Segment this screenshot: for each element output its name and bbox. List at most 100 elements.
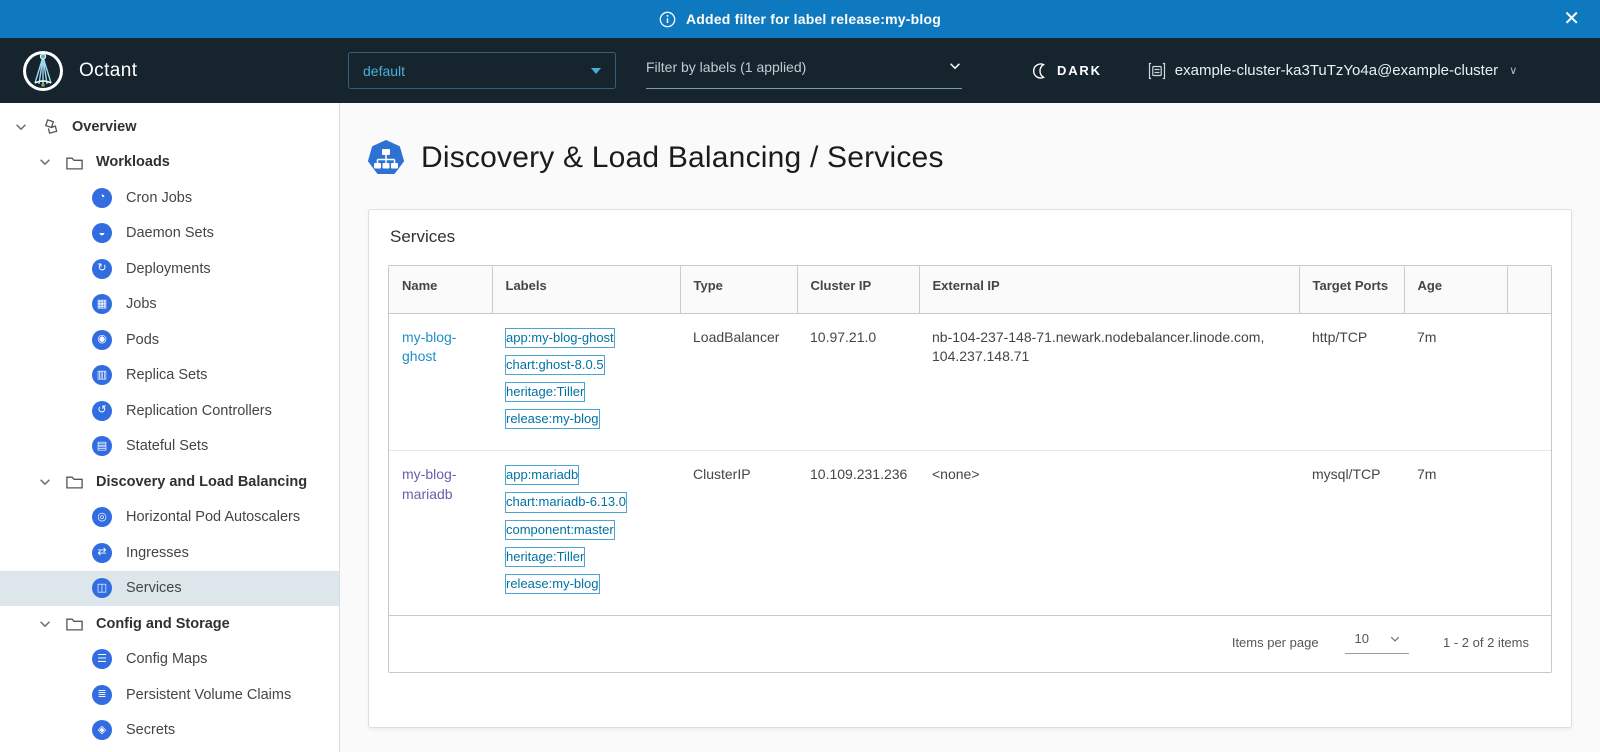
dark-theme-toggle[interactable]: DARK <box>1026 62 1108 80</box>
main-content: Discovery & Load Balancing / Services Se… <box>340 103 1600 752</box>
sidebar-item-ingresses[interactable]: ⇄Ingresses <box>0 535 339 571</box>
cell-external-ip: <none> <box>919 451 1299 615</box>
column-header-age: Age <box>1404 266 1507 313</box>
table-header-row: NameLabelsTypeCluster IPExternal IPTarge… <box>389 266 1551 313</box>
cluster-icon <box>1148 62 1166 80</box>
label-filter-dropdown[interactable]: Filter by labels (1 applied) <box>646 52 962 89</box>
pods-icon: ◉ <box>92 330 112 350</box>
sidebar-item-daemon-sets[interactable]: ◒ Daemon Sets <box>0 216 339 252</box>
sidebar-item-persistent-volume-claims[interactable]: ≣ Persistent Volume Claims <box>0 677 339 713</box>
sidebar-item-stateful-sets[interactable]: ▤Stateful Sets <box>0 429 339 465</box>
caret-down-icon <box>591 68 601 74</box>
sidebar-navigation: Overview Workloads ◔ Cron Jobs ◒ Daemon Sets ↻… <box>0 103 340 752</box>
label-chip[interactable]: release:my-blog <box>505 574 600 594</box>
sidebar-item-config-maps[interactable]: ☰Config Maps <box>0 642 339 678</box>
sidebar-item-config-and-storage[interactable]: Config and Storage <box>0 606 339 642</box>
chevron-down-icon[interactable] <box>14 120 28 134</box>
chevron-down-icon <box>948 59 962 73</box>
sidebar-item-label: Discovery and Load Balancing <box>96 474 307 490</box>
label-chip[interactable]: app:mariadb <box>505 465 579 485</box>
column-header-name: Name <box>389 266 492 313</box>
replica-sets-icon: ▥ <box>92 365 112 385</box>
folder-icon <box>65 153 84 172</box>
notification-bar: Added filter for label release:my-blog ✕ <box>0 0 1600 38</box>
cell-cluster-ip: 10.109.231.236 <box>797 451 919 615</box>
daemon-sets-icon: ◒ <box>92 223 112 243</box>
sidebar-item-label: Replica Sets <box>126 367 207 383</box>
label-chip[interactable]: heritage:Tiller <box>505 547 585 567</box>
page-heading: Discovery & Load Balancing / Services <box>421 141 944 175</box>
namespace-dropdown[interactable]: default <box>348 52 616 89</box>
sidebar-item-label: Ingresses <box>126 545 189 561</box>
deployments-icon: ↻ <box>92 259 112 279</box>
sidebar-item-deployments[interactable]: ↻Deployments <box>0 251 339 287</box>
sidebar-item-secrets[interactable]: ◈Secrets <box>0 713 339 749</box>
items-per-page-select[interactable]: 10 <box>1345 631 1409 654</box>
app-title: Octant <box>79 60 137 82</box>
replication-controllers-icon: ↺ <box>92 401 112 421</box>
sidebar-item-replica-sets[interactable]: ▥ Replica Sets <box>0 358 339 394</box>
sidebar-item-label: Replication Controllers <box>126 403 272 419</box>
chevron-down-icon <box>1389 633 1401 645</box>
column-header-cluster-ip: Cluster IP <box>797 266 919 313</box>
namespace-value: default <box>363 63 405 79</box>
sidebar-item-jobs[interactable]: ▦Jobs <box>0 287 339 323</box>
sidebar-item-label: Pods <box>126 332 159 348</box>
column-header-external-ip: External IP <box>919 266 1299 313</box>
label-filter-text: Filter by labels (1 applied) <box>646 59 806 75</box>
card-title: Services <box>390 227 1552 247</box>
sidebar-item-cron-jobs[interactable]: ◔ Cron Jobs <box>0 180 339 216</box>
cell-type: LoadBalancer <box>680 313 797 451</box>
chevron-down-icon[interactable] <box>38 475 52 489</box>
sidebar-item-label: Jobs <box>126 296 157 312</box>
cell-age: 7m <box>1404 313 1507 451</box>
sidebar-item-services[interactable]: ◫Services <box>0 571 339 607</box>
cell-age: 7m <box>1404 451 1507 615</box>
label-chip[interactable]: app:my-blog-ghost <box>505 328 615 348</box>
service-link[interactable]: my-blog-ghost <box>402 329 456 365</box>
chevron-down-icon[interactable] <box>38 617 52 631</box>
sidebar-item-horizontal-pod-autoscalers[interactable]: ◎Horizontal Pod Autoscalers <box>0 500 339 536</box>
sidebar-item-pods[interactable]: ◉ Pods <box>0 322 339 358</box>
sidebar-item-label: Workloads <box>96 154 170 170</box>
stateful-sets-icon: ▤ <box>92 436 112 456</box>
services-card: Services NameLabelsTypeCluster IPExterna… <box>368 209 1572 728</box>
sidebar-item-label: Persistent Volume Claims <box>126 687 291 703</box>
label-chip[interactable]: component:master <box>505 520 615 540</box>
sidebar-item-label: Daemon Sets <box>126 225 214 241</box>
label-chip[interactable]: release:my-blog <box>505 409 600 429</box>
sidebar-item-label: Config Maps <box>126 651 207 667</box>
sidebar-item-label: Cron Jobs <box>126 190 192 206</box>
sidebar-item-discovery-and-load-balancing[interactable]: Discovery and Load Balancing <box>0 464 339 500</box>
column-header-type: Type <box>680 266 797 313</box>
cell-target-ports: mysql/TCP <box>1299 451 1404 615</box>
label-chip[interactable]: chart:ghost-8.0.5 <box>505 355 605 375</box>
brand: Octant <box>0 50 348 92</box>
sidebar-item-overview[interactable]: Overview <box>0 109 339 145</box>
items-per-page-value: 10 <box>1355 631 1369 646</box>
service-link[interactable]: my-blog-mariadb <box>402 466 456 502</box>
cell-type: ClusterIP <box>680 451 797 615</box>
moon-icon <box>1032 63 1048 79</box>
dark-label: DARK <box>1057 63 1102 78</box>
page-title: Discovery & Load Balancing / Services <box>368 140 1572 176</box>
app-header: Octant default Filter by labels (1 appli… <box>0 38 1600 103</box>
horizontal-pod-autoscalers-icon: ◎ <box>92 507 112 527</box>
chevron-down-icon[interactable] <box>38 155 52 169</box>
persistent-volume-claims-icon: ≣ <box>92 685 112 705</box>
info-icon <box>659 11 676 28</box>
folder-icon <box>65 472 84 491</box>
label-chip[interactable]: heritage:Tiller <box>505 382 585 402</box>
close-icon[interactable]: ✕ <box>1557 7 1586 31</box>
cron-jobs-icon: ◔ <box>92 188 112 208</box>
notification-message: Added filter for label release:my-blog <box>686 11 941 27</box>
sidebar-item-replication-controllers[interactable]: ↺ Replication Controllers <box>0 393 339 429</box>
cell-target-ports: http/TCP <box>1299 313 1404 451</box>
label-chip[interactable]: chart:mariadb-6.13.0 <box>505 492 627 512</box>
pagination-range-text: 1 - 2 of 2 items <box>1443 635 1529 650</box>
cluster-dropdown[interactable]: example-cluster-ka3TuTzYo4a@example-clus… <box>1148 62 1517 80</box>
cluster-name: example-cluster-ka3TuTzYo4a@example-clus… <box>1175 62 1498 79</box>
table-row: my-blog-mariadb app:mariadb chart:mariadb-… <box>389 451 1551 615</box>
sidebar-item-workloads[interactable]: Workloads <box>0 145 339 181</box>
overview-icon <box>41 117 60 136</box>
